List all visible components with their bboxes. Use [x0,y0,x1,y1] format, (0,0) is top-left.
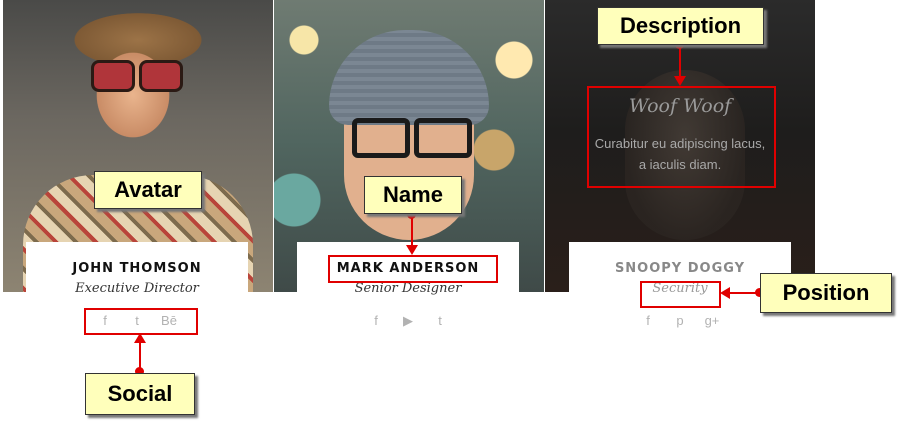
social-links: f p g+ [569,313,791,328]
annotation-line [139,343,141,369]
annotation-arrow [674,76,686,86]
annotation-arrow [720,287,730,299]
name-highlight-box [328,255,498,283]
position-callout: Position [760,273,892,313]
member-position: Executive Director [75,281,199,296]
description-callout: Description [597,7,764,45]
annotation-arrow [406,245,418,255]
annotation-line [730,292,757,294]
member-position: Senior Designer [354,281,462,296]
annotation-arrow [134,333,146,343]
name-callout: Name [364,176,462,214]
facebook-icon[interactable]: f [360,313,392,328]
social-highlight-box [84,308,198,335]
member-name: SNOOPY DOGGY [614,261,746,276]
social-callout: Social [85,373,195,415]
social-links: f ▶ t [297,313,519,329]
youtube-icon[interactable]: ▶ [392,313,424,329]
google-plus-icon[interactable]: g+ [696,313,728,328]
annotation-line [679,45,681,77]
twitter-icon[interactable]: t [424,313,456,328]
pinterest-icon[interactable]: p [664,313,696,328]
member-name: JOHN THOMSON [72,261,202,276]
avatar-callout: Avatar [94,171,202,209]
facebook-icon[interactable]: f [632,313,664,328]
annotation-line [411,215,413,246]
description-highlight-box [587,86,776,188]
position-highlight-box [640,281,721,308]
